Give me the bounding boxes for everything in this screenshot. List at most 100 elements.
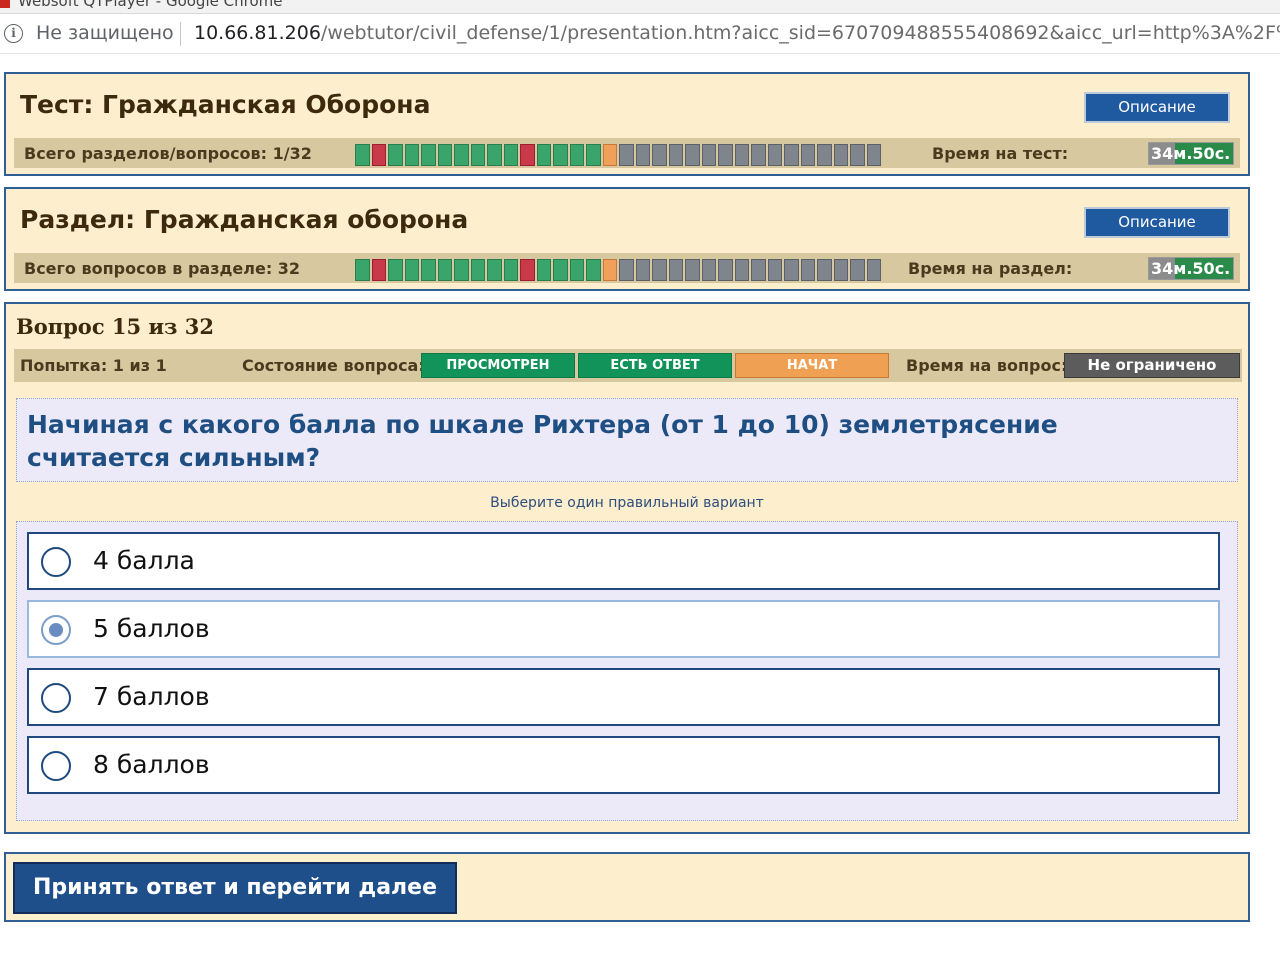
- progress-segment-none: [833, 144, 848, 166]
- address-separator: [180, 22, 181, 46]
- test-info-bar: Всего разделов/вопросов: 1/32 Время на т…: [14, 138, 1240, 168]
- answer-list: 4 балла 5 баллов 7 баллов 8 баллов: [16, 521, 1238, 821]
- state-viewed-badge: ПРОСМОТРЕН: [421, 353, 575, 378]
- answer-option[interactable]: 5 баллов: [27, 600, 1220, 658]
- radio-dot: [49, 623, 63, 637]
- progress-segment-done: [454, 144, 469, 166]
- progress-segment-done: [437, 259, 452, 281]
- section-progress-bar: [355, 259, 881, 281]
- progress-segment-done: [437, 144, 452, 166]
- progress-segment-done: [586, 144, 601, 166]
- url-field[interactable]: 10.66.81.206/webtutor/civil_defense/1/pr…: [194, 22, 1280, 44]
- section-description-button[interactable]: Описание: [1084, 207, 1230, 238]
- question-time-label: Время на вопрос:: [906, 356, 1068, 375]
- test-description-button[interactable]: Описание: [1084, 92, 1230, 123]
- progress-segment-none: [800, 144, 815, 166]
- app-icon: [0, 0, 10, 8]
- progress-segment-done: [553, 259, 568, 281]
- radio-button[interactable]: [41, 547, 71, 577]
- answer-label: 5 баллов: [93, 614, 210, 643]
- progress-segment-none: [751, 259, 766, 281]
- answer-option[interactable]: 7 баллов: [27, 668, 1220, 726]
- progress-segment-none: [635, 144, 650, 166]
- question-box: Начиная с какого балла по шкале Рихтера …: [16, 398, 1238, 482]
- progress-segment-none: [767, 144, 782, 166]
- progress-segment-done: [536, 144, 551, 166]
- question-text: Начиная с какого балла по шкале Рихтера …: [27, 410, 1058, 472]
- progress-segment-done: [569, 259, 584, 281]
- state-answered-badge: ЕСТЬ ОТВЕТ: [578, 353, 732, 378]
- footer-panel: Принять ответ и перейти далее: [4, 852, 1250, 922]
- progress-segment-none: [685, 259, 700, 281]
- progress-segment-done: [454, 259, 469, 281]
- progress-segment-none: [800, 259, 815, 281]
- attempt-label: Попытка: 1 из 1: [20, 356, 167, 375]
- progress-segment-none: [701, 144, 716, 166]
- test-title: Тест: Гражданская Оборона: [20, 90, 431, 119]
- window-titlebar: Websoft QTPlayer - Google Chrome: [0, 0, 1280, 14]
- progress-segment-none: [767, 259, 782, 281]
- progress-segment-done: [421, 259, 436, 281]
- progress-segment-none: [866, 259, 881, 281]
- progress-segment-none: [734, 259, 749, 281]
- answer-option[interactable]: 4 балла: [27, 532, 1220, 590]
- submit-answer-button[interactable]: Принять ответ и перейти далее: [13, 862, 457, 914]
- state-label: Состояние вопроса:: [242, 356, 425, 375]
- section-title: Раздел: Гражданская оборона: [20, 205, 469, 234]
- progress-segment-none: [652, 144, 667, 166]
- section-time-value: 34м.50с.: [1151, 259, 1231, 278]
- test-time-label: Время на тест:: [932, 144, 1069, 163]
- progress-segment-done: [553, 144, 568, 166]
- progress-segment-none: [817, 259, 832, 281]
- test-time-value: 34м.50с.: [1151, 144, 1231, 163]
- progress-segment-none: [784, 144, 799, 166]
- progress-segment-none: [866, 144, 881, 166]
- question-panel: Вопрос 15 из 32 Попытка: 1 из 1 Состояни…: [4, 302, 1250, 834]
- url-host: 10.66.81.206: [194, 22, 321, 44]
- question-number: Вопрос 15 из 32: [16, 314, 214, 339]
- progress-segment-done: [388, 259, 403, 281]
- progress-segment-done: [470, 144, 485, 166]
- progress-segment-none: [718, 259, 733, 281]
- progress-segment-none: [619, 144, 634, 166]
- progress-segment-wrong: [520, 144, 535, 166]
- test-panel: Тест: Гражданская Оборона Описание Всего…: [4, 72, 1250, 176]
- address-bar[interactable]: i Не защищено 10.66.81.206/webtutor/civi…: [0, 14, 1280, 54]
- progress-segment-done: [569, 144, 584, 166]
- question-time-value: Не ограничено: [1064, 353, 1240, 378]
- url-path: /webtutor/civil_defense/1/presentation.h…: [320, 22, 1280, 44]
- radio-button[interactable]: [41, 615, 71, 645]
- security-label[interactable]: Не защищено: [36, 22, 174, 44]
- window-title: Websoft QTPlayer - Google Chrome: [18, 0, 283, 10]
- progress-segment-none: [850, 259, 865, 281]
- section-time-label: Время на раздел:: [908, 259, 1073, 278]
- answer-option[interactable]: 8 баллов: [27, 736, 1220, 794]
- progress-segment-none: [635, 259, 650, 281]
- progress-segment-none: [734, 144, 749, 166]
- section-progress-label: Всего вопросов в разделе: 32: [24, 259, 301, 278]
- progress-segment-done: [421, 144, 436, 166]
- progress-segment-wrong: [520, 259, 535, 281]
- answer-label: 8 баллов: [93, 750, 210, 779]
- section-timer: 34м.50с.: [1148, 257, 1234, 280]
- progress-segment-current: [602, 144, 617, 166]
- test-timer: 34м.50с.: [1148, 142, 1234, 165]
- progress-segment-done: [503, 259, 518, 281]
- progress-segment-done: [503, 144, 518, 166]
- radio-button[interactable]: [41, 751, 71, 781]
- answer-label: 4 балла: [93, 546, 195, 575]
- progress-segment-none: [751, 144, 766, 166]
- progress-segment-none: [619, 259, 634, 281]
- progress-segment-done: [586, 259, 601, 281]
- progress-segment-done: [404, 144, 419, 166]
- progress-segment-none: [718, 144, 733, 166]
- progress-segment-wrong: [371, 259, 386, 281]
- radio-button[interactable]: [41, 683, 71, 713]
- progress-segment-none: [833, 259, 848, 281]
- progress-segment-done: [470, 259, 485, 281]
- progress-segment-none: [701, 259, 716, 281]
- section-panel: Раздел: Гражданская оборона Описание Все…: [4, 187, 1250, 291]
- progress-segment-none: [668, 144, 683, 166]
- info-icon[interactable]: i: [4, 24, 23, 43]
- progress-segment-done: [487, 259, 502, 281]
